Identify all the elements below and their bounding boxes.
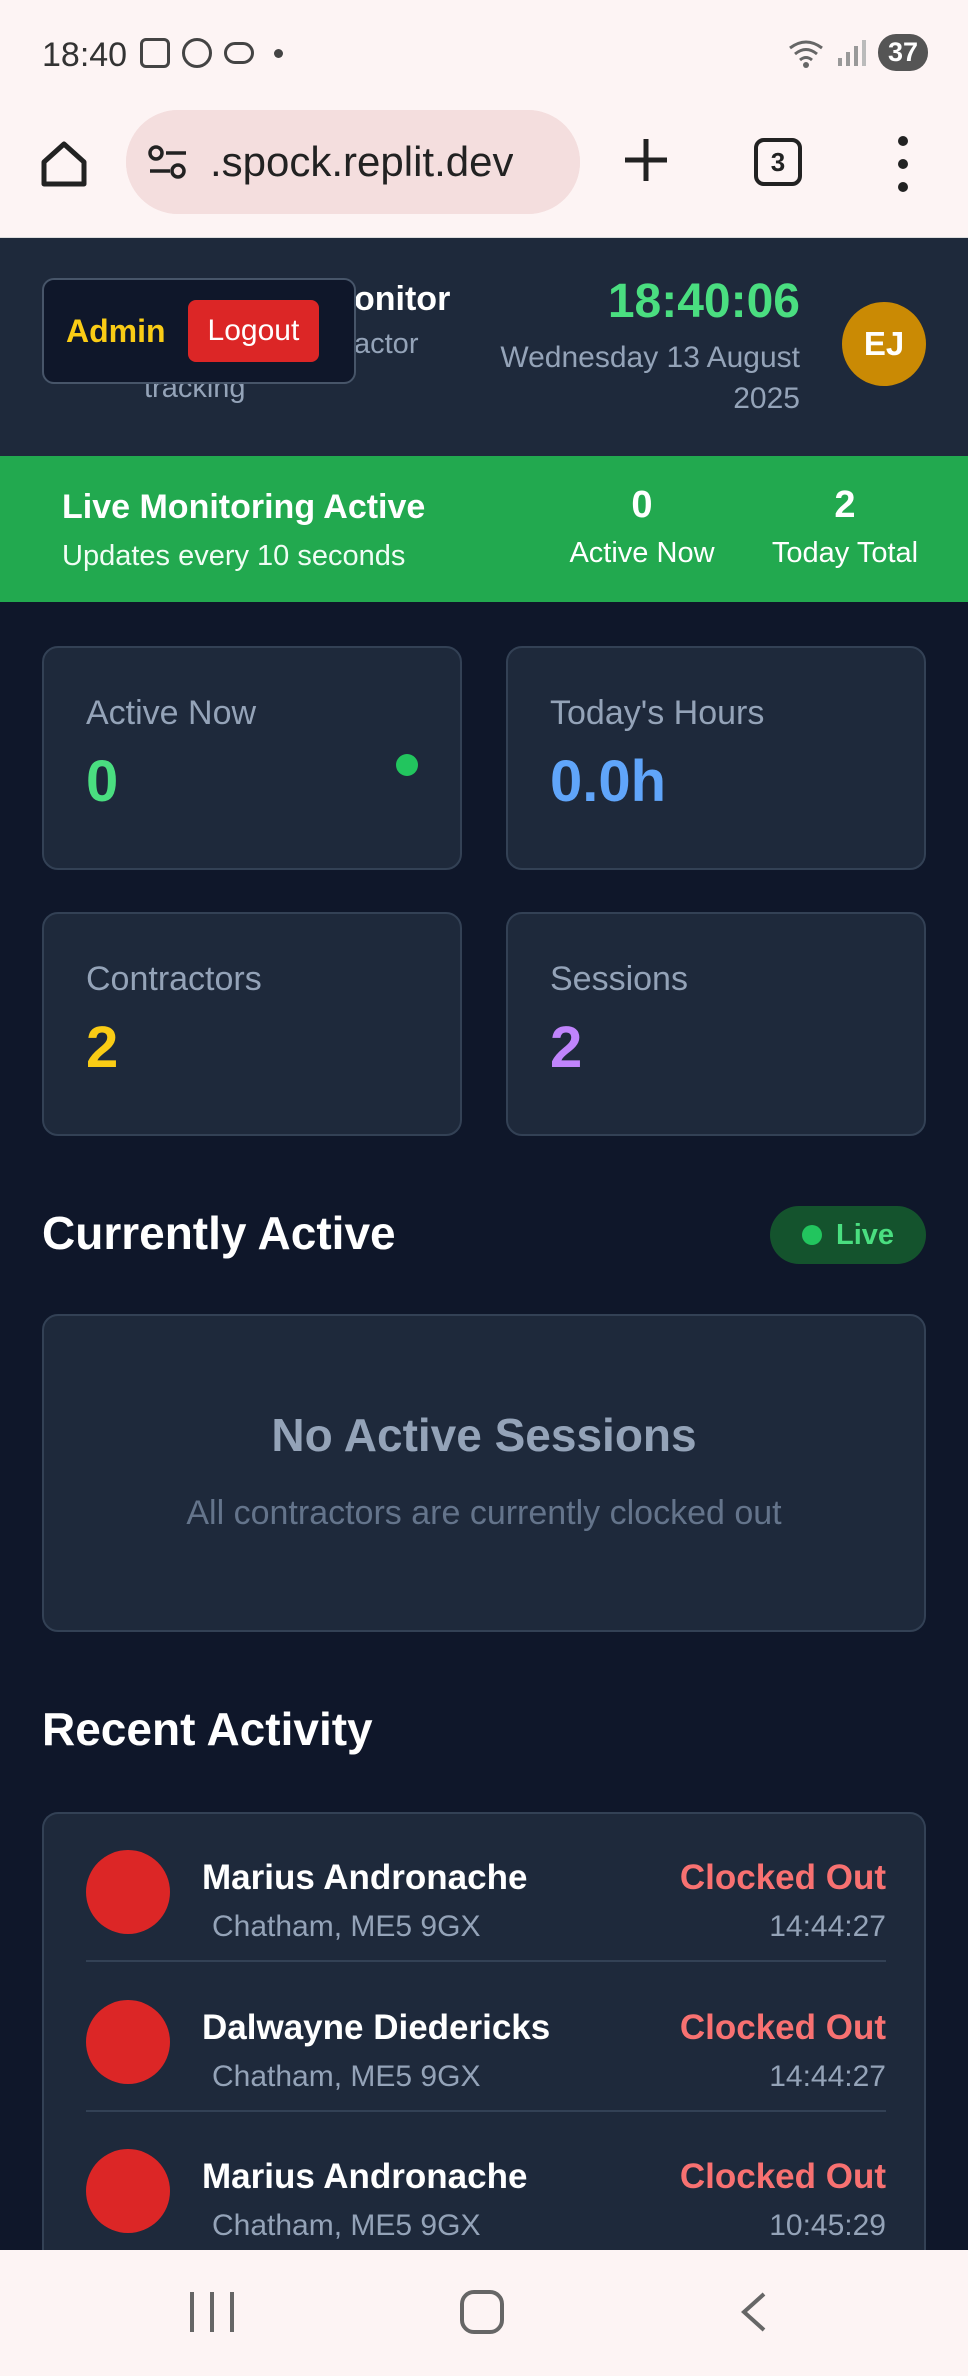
- recent-activity-heading: Recent Activity: [42, 1703, 373, 1755]
- activity-time: 10:45:29: [769, 2209, 886, 2242]
- banner-active-now-value: 0: [631, 484, 653, 526]
- live-badge: Live: [770, 1206, 926, 1264]
- activity-time: 14:44:27: [769, 1910, 886, 1943]
- recent-apps-button[interactable]: [190, 2292, 234, 2332]
- activity-status: Clocked Out: [679, 1858, 886, 1897]
- banner-active-now: 0 Active Now: [562, 484, 722, 570]
- live-label: Live: [835, 1218, 895, 1251]
- current-date: Wednesday 13 August 2025: [500, 341, 800, 415]
- app-subtitle: actor: [354, 328, 419, 360]
- back-icon[interactable]: [738, 2292, 768, 2332]
- empty-state-title: No Active Sessions: [271, 1409, 697, 1461]
- stat-label: Active Now: [86, 694, 257, 732]
- activity-row[interactable]: Dalwayne Diedericks Chatham, ME5 9GX Clo…: [86, 1964, 886, 2112]
- activity-status: Clocked Out: [679, 2157, 886, 2196]
- contractor-name: Marius Andronache: [202, 1858, 528, 1897]
- more-notifications-dot: [274, 48, 283, 58]
- tab-switcher-button[interactable]: 3: [754, 138, 802, 186]
- stat-label: Sessions: [550, 960, 688, 998]
- stat-value: 0.0h: [550, 749, 667, 814]
- banner-title: Live Monitoring Active: [62, 488, 426, 526]
- stat-card-sessions: Sessions 2: [506, 912, 926, 1136]
- banner-active-now-label: Active Now: [569, 537, 715, 569]
- stat-card-contractors: Contractors 2: [42, 912, 462, 1136]
- stat-card-todays-hours: Today's Hours 0.0h: [506, 646, 926, 870]
- globe-icon: [182, 38, 212, 68]
- admin-panel: Admin Logout: [42, 278, 356, 384]
- new-tab-button[interactable]: [616, 130, 676, 190]
- stat-label: Contractors: [86, 960, 262, 998]
- stat-label: Today's Hours: [550, 694, 765, 732]
- stat-value: 2: [550, 1015, 583, 1080]
- live-clock: 18:40:06: [607, 275, 800, 328]
- browser-toolbar: .spock.replit.dev 3: [0, 110, 968, 238]
- url-field[interactable]: .spock.replit.dev: [126, 110, 580, 214]
- contractor-avatar: [86, 2000, 170, 2084]
- banner-today-total-value: 2: [834, 484, 856, 526]
- app-title: onitor: [354, 280, 451, 318]
- contractor-location: Chatham, ME5 9GX: [212, 2209, 481, 2242]
- stat-value: 0: [86, 749, 119, 814]
- contractor-name: Dalwayne Diedericks: [202, 2008, 551, 2047]
- url-text: .spock.replit.dev: [210, 138, 514, 185]
- status-time: 18:40: [42, 36, 128, 74]
- logout-button[interactable]: Logout: [187, 300, 320, 362]
- app-header: onitor actor tracking Admin Logout 18:40…: [0, 238, 968, 456]
- browser-menu-button[interactable]: [888, 136, 918, 192]
- currently-active-heading: Currently Active: [42, 1207, 396, 1259]
- tab-count: 3: [770, 146, 786, 177]
- system-nav-bar: [0, 2250, 968, 2376]
- recent-activity-list: Marius Andronache Chatham, ME5 9GX Clock…: [42, 1812, 926, 2272]
- active-indicator-dot: [396, 754, 418, 776]
- contractor-location: Chatham, ME5 9GX: [212, 1910, 481, 1943]
- banner-today-total-label: Today Total: [771, 537, 919, 569]
- banner-today-total: 2 Today Total: [762, 484, 928, 570]
- contractor-avatar: [86, 1850, 170, 1934]
- user-avatar[interactable]: EJ: [842, 302, 926, 386]
- empty-state-subtitle: All contractors are currently clocked ou…: [186, 1494, 782, 1532]
- no-active-sessions-panel: No Active Sessions All contractors are c…: [42, 1314, 926, 1632]
- activity-time: 14:44:27: [769, 2060, 886, 2093]
- activity-row[interactable]: Marius Andronache Chatham, ME5 9GX Clock…: [86, 1814, 886, 1962]
- plus-icon: [625, 139, 667, 181]
- signal-icon: [837, 39, 866, 66]
- contractor-avatar: [86, 2149, 170, 2233]
- contractor-location: Chatham, ME5 9GX: [212, 2060, 481, 2093]
- cloud-icon: [224, 42, 254, 64]
- stat-value: 2: [86, 1015, 119, 1080]
- notification-icons: [140, 38, 283, 68]
- battery-indicator: 37: [877, 34, 928, 71]
- site-settings-icon[interactable]: [146, 140, 190, 184]
- activity-status: Clocked Out: [679, 2008, 886, 2047]
- activity-row[interactable]: Marius Andronache Chatham, ME5 9GX Clock…: [86, 2113, 886, 2261]
- status-bar: 18:40 37: [0, 0, 968, 110]
- home-nav-button[interactable]: [460, 2290, 504, 2334]
- stat-card-active-now: Active Now 0: [42, 646, 462, 870]
- live-monitoring-banner: Live Monitoring Active Updates every 10 …: [0, 456, 968, 602]
- banner-subtitle: Updates every 10 seconds: [62, 540, 406, 572]
- screenshot-icon: [140, 38, 170, 68]
- live-dot-icon: [801, 1225, 822, 1245]
- home-button[interactable]: [36, 136, 92, 192]
- wifi-icon: [789, 40, 823, 68]
- contractor-name: Marius Andronache: [202, 2157, 528, 2196]
- home-icon: [41, 141, 87, 187]
- admin-label[interactable]: Admin: [66, 313, 166, 350]
